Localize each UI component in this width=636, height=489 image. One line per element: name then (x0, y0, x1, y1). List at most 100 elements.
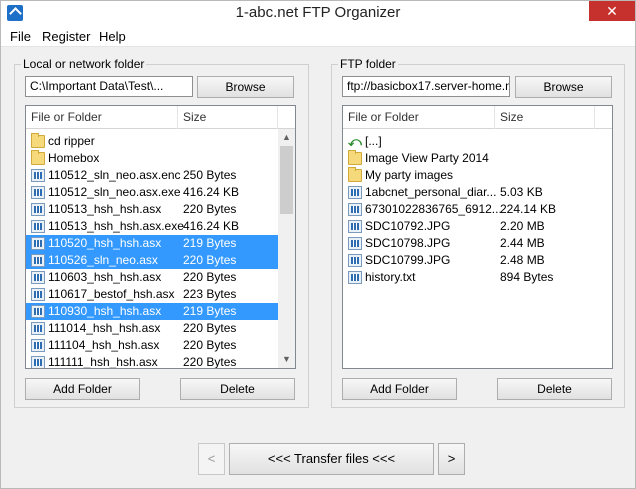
menu-help[interactable]: Help (99, 29, 126, 44)
local-list-header: File or Folder Size (26, 106, 295, 129)
item-size: 223 Bytes (183, 287, 237, 301)
file-icon (31, 305, 45, 318)
file-icon (348, 186, 362, 199)
list-item[interactable]: 110603_hsh_hsh.asx 220 Bytes (26, 269, 278, 286)
list-item[interactable]: cd ripper (26, 133, 278, 150)
list-item[interactable]: 1abcnet_personal_diar... 5.03 KB (343, 184, 612, 201)
folder-icon (348, 167, 362, 182)
ftp-list-header: File or Folder Size (343, 106, 612, 129)
item-size: 220 Bytes (183, 253, 237, 267)
item-size: 219 Bytes (183, 304, 237, 318)
list-item[interactable]: 110512_sln_neo.asx.exe 416.24 KB (26, 184, 278, 201)
ftp-col-size[interactable]: Size (495, 106, 595, 129)
list-item[interactable]: Homebox (26, 150, 278, 167)
item-size: 2.44 MB (500, 236, 545, 250)
list-item[interactable]: history.txt 894 Bytes (343, 269, 612, 286)
list-item[interactable]: 110520_hsh_hsh.asx 219 Bytes (26, 235, 278, 252)
item-size: 219 Bytes (183, 236, 237, 250)
file-icon (348, 220, 362, 233)
list-item[interactable]: 110617_bestof_hsh.asx 223 Bytes (26, 286, 278, 303)
file-icon (31, 254, 45, 267)
list-item[interactable]: ⤺ [...] (343, 133, 612, 150)
list-item[interactable]: 110526_sln_neo.asx 220 Bytes (26, 252, 278, 269)
item-name: 110512_sln_neo.asx.enc (48, 168, 181, 182)
ftp-path-field[interactable]: ftp://basicbox17.server-home.ne (342, 76, 510, 97)
local-col-size[interactable]: Size (178, 106, 278, 129)
item-name: 110520_hsh_hsh.asx (48, 236, 162, 250)
file-icon (348, 254, 362, 267)
item-size: 220 Bytes (183, 270, 237, 284)
list-item[interactable]: 111104_hsh_hsh.asx 220 Bytes (26, 337, 278, 354)
item-name: 1abcnet_personal_diar... (365, 185, 497, 199)
item-size: 220 Bytes (183, 355, 237, 369)
file-icon (31, 237, 45, 250)
local-file-list[interactable]: File or Folder Size cd ripper Homebox 1105… (25, 105, 296, 369)
list-item[interactable]: SDC10799.JPG 2.48 MB (343, 252, 612, 269)
file-icon (348, 237, 362, 250)
file-icon (31, 339, 45, 352)
transfer-files-button[interactable]: <<< Transfer files <<< (229, 443, 434, 475)
transfer-prev-button[interactable]: < (198, 443, 225, 475)
ftp-browse-button[interactable]: Browse (515, 76, 612, 98)
item-size: 250 Bytes (183, 168, 237, 182)
window-title: 1-abc.net FTP Organizer (235, 4, 401, 21)
item-name: 110617_bestof_hsh.asx (48, 287, 175, 301)
folder-icon (31, 133, 45, 148)
file-icon (31, 322, 45, 335)
list-item[interactable]: 111111_hsh_hsh.asx 220 Bytes (26, 354, 278, 369)
menu-file[interactable]: File (10, 29, 31, 44)
list-item[interactable]: My party images (343, 167, 612, 184)
item-size: 2.48 MB (500, 253, 545, 267)
list-item[interactable]: 111014_hsh_hsh.asx 220 Bytes (26, 320, 278, 337)
item-name: My party images (365, 168, 454, 182)
up-icon: ⤺ (348, 134, 362, 149)
list-item[interactable]: SDC10798.JPG 2.44 MB (343, 235, 612, 252)
local-path-field[interactable]: C:\Important Data\Test\... (25, 76, 193, 97)
local-scrollbar[interactable]: ▲ ▼ (278, 129, 295, 368)
item-name: cd ripper (48, 134, 95, 148)
list-item[interactable]: 67301022836765_6912... 224.14 KB (343, 201, 612, 218)
item-name: Image View Party 2014 (365, 151, 489, 165)
ftp-file-list[interactable]: File or Folder Size ⤺ [...] Image View Par… (342, 105, 613, 369)
list-item[interactable]: 110513_hsh_hsh.asx 220 Bytes (26, 201, 278, 218)
list-item[interactable]: 110930_hsh_hsh.asx 219 Bytes (26, 303, 278, 320)
local-browse-button[interactable]: Browse (197, 76, 294, 98)
list-item[interactable]: 110512_sln_neo.asx.enc 250 Bytes (26, 167, 278, 184)
item-name: 67301022836765_6912... (365, 202, 502, 216)
ftp-add-folder-button[interactable]: Add Folder (342, 378, 457, 400)
list-item[interactable]: SDC10792.JPG 2.20 MB (343, 218, 612, 235)
ftp-col-name[interactable]: File or Folder (343, 106, 495, 129)
folder-icon (348, 150, 362, 165)
scroll-up-icon[interactable]: ▲ (278, 129, 295, 146)
item-name: 110513_hsh_hsh.asx.exe (48, 219, 184, 233)
item-size: 5.03 KB (500, 185, 543, 199)
local-col-name[interactable]: File or Folder (26, 106, 178, 129)
file-icon (348, 271, 362, 284)
local-delete-button[interactable]: Delete (180, 378, 295, 400)
list-item[interactable]: Image View Party 2014 (343, 150, 612, 167)
scroll-thumb[interactable] (280, 146, 293, 214)
close-button[interactable]: ✕ (589, 1, 635, 21)
file-icon (31, 203, 45, 216)
item-size: 894 Bytes (500, 270, 554, 284)
file-icon (31, 288, 45, 301)
scroll-down-icon[interactable]: ▼ (278, 351, 295, 368)
menu-register[interactable]: Register (42, 29, 90, 44)
file-icon (348, 203, 362, 216)
item-name: SDC10798.JPG (365, 236, 451, 250)
list-item[interactable]: 110513_hsh_hsh.asx.exe 416.24 KB (26, 218, 278, 235)
item-size: 416.24 KB (183, 185, 240, 199)
item-name: SDC10799.JPG (365, 253, 451, 267)
ftp-delete-button[interactable]: Delete (497, 378, 612, 400)
item-name: 110513_hsh_hsh.asx (48, 202, 162, 216)
item-name: Homebox (48, 151, 100, 165)
file-icon (31, 271, 45, 284)
item-size: 2.20 MB (500, 219, 545, 233)
app-window: 1-abc.net FTP Organizer ✕ File Register … (0, 0, 636, 489)
transfer-next-button[interactable]: > (438, 443, 465, 475)
item-name: 111111_hsh_hsh.asx (48, 355, 158, 369)
item-name: SDC10792.JPG (365, 219, 451, 233)
local-add-folder-button[interactable]: Add Folder (25, 378, 140, 400)
item-size: 224.14 KB (500, 202, 557, 216)
item-size: 220 Bytes (183, 202, 237, 216)
